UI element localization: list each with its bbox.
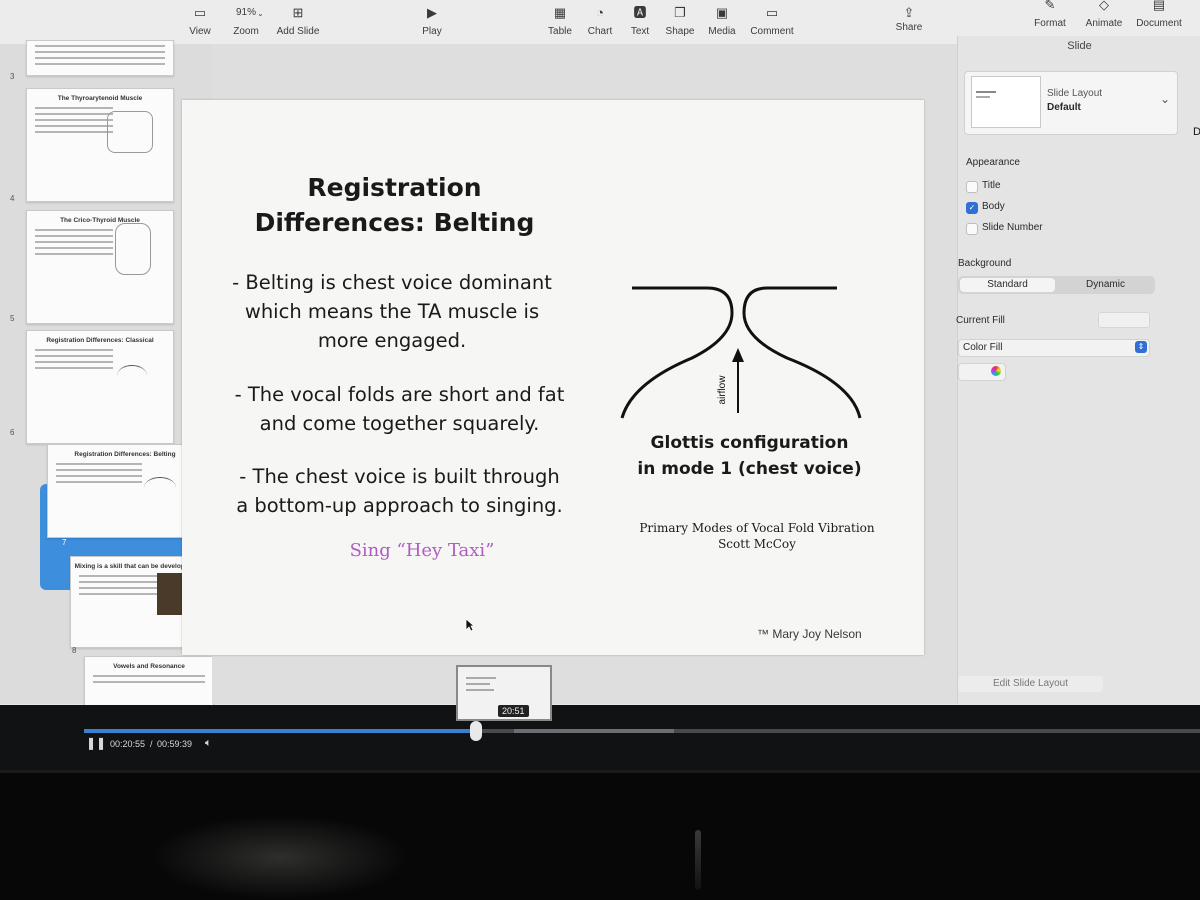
chart-icon: ◔ xyxy=(596,5,604,20)
current-time: 00:20:55 xyxy=(110,739,146,749)
shape-button[interactable]: ❐ Shape xyxy=(664,4,696,37)
background-heading: Background xyxy=(958,258,1012,269)
add-slide-button[interactable]: ⊞ Add Slide xyxy=(276,4,320,37)
arrow-up-icon xyxy=(732,348,744,362)
shape-icon: ❐ xyxy=(674,5,686,20)
slide-thumbnail-5[interactable]: The Crico-Thyroid Muscle xyxy=(26,210,174,324)
slide-number: 7 xyxy=(62,538,67,547)
bullet-2[interactable]: - The vocal folds are short and fat and … xyxy=(222,380,577,438)
slide-canvas[interactable]: Registration Differences: Belting - Belt… xyxy=(182,100,924,655)
appearance-heading: Appearance xyxy=(966,157,1020,168)
animate-button[interactable]: ◇ Animate xyxy=(1082,0,1126,29)
media-button[interactable]: ▣ Media xyxy=(706,4,738,37)
comment-button[interactable]: ▭ Comment xyxy=(748,4,796,37)
text-box-icon: 🅰 xyxy=(633,5,647,20)
slide-number: 4 xyxy=(10,194,15,203)
paintbrush-icon: ✎ xyxy=(1044,0,1056,12)
chevron-down-icon: ⌄ xyxy=(1160,92,1171,106)
time-separator: / xyxy=(150,739,153,749)
background-mode-toggle[interactable]: Standard Dynamic xyxy=(958,276,1155,294)
inspector-header: Slide xyxy=(1067,40,1092,52)
share-icon: ⇪ xyxy=(903,5,915,20)
preview-timestamp: 20:51 xyxy=(498,705,529,717)
slide-thumbnail-4[interactable]: The Thyroarytenoid Muscle xyxy=(26,88,174,202)
source-citation[interactable]: Primary Modes of Vocal Fold Vibration Sc… xyxy=(617,520,897,552)
table-button[interactable]: ▦ Table xyxy=(546,4,574,37)
title-checkbox[interactable] xyxy=(966,181,978,193)
table-icon: ▦ xyxy=(553,5,567,20)
current-fill-label: Current Fill xyxy=(956,315,1005,326)
slide-number: 3 xyxy=(10,72,15,81)
color-picker-button[interactable] xyxy=(958,363,1006,381)
plus-icon: ⊞ xyxy=(292,5,304,20)
slide-number: 8 xyxy=(72,646,77,655)
slide-layout-picker[interactable]: Slide Layout Default ⌄ xyxy=(964,71,1178,135)
buffered-range xyxy=(514,729,674,733)
layout-preview xyxy=(971,76,1041,128)
slide-thumbnail-7[interactable]: Registration Differences: Belting xyxy=(47,444,203,538)
played-range xyxy=(84,729,476,733)
document-icon: ▤ xyxy=(1152,0,1166,12)
glottis-diagram[interactable]: airflow xyxy=(612,278,877,423)
bullet-1[interactable]: - Belting is chest voice dominant which … xyxy=(222,268,562,355)
volume-icon[interactable]: 🔈︎ xyxy=(205,737,212,750)
slide-title[interactable]: Registration Differences: Belting xyxy=(212,170,577,240)
diagram-caption[interactable]: Glottis configuration in mode 1 (chest v… xyxy=(612,430,887,482)
fill-type-select[interactable]: Color Fill ⇕ xyxy=(958,339,1150,357)
text-button[interactable]: 🅰 Text xyxy=(626,4,654,37)
seek-handle[interactable] xyxy=(470,721,482,741)
airflow-label: airflow xyxy=(717,375,728,405)
truncated-label: Dr xyxy=(1193,126,1200,138)
edit-slide-layout-button[interactable]: Edit Slide Layout xyxy=(958,676,1103,692)
slide-thumbnail-3[interactable] xyxy=(26,40,174,76)
video-player-controls: 20:51 ❚❚ 00:20:55 / 00:59:39 🔈︎ xyxy=(0,665,1200,770)
mouse-cursor-icon xyxy=(465,618,475,632)
sidebar-icon: ▭ xyxy=(193,5,207,20)
slide-number: 5 xyxy=(10,314,15,323)
reflection xyxy=(150,815,410,900)
format-button[interactable]: ✎ Format xyxy=(1030,0,1070,29)
chevron-down-icon: ⌄ xyxy=(257,9,264,18)
bullet-3[interactable]: - The chest voice is built through a bot… xyxy=(222,462,577,520)
slide-thumbnail-6[interactable]: Registration Differences: Classical xyxy=(26,330,174,444)
view-button[interactable]: ▭ View xyxy=(186,4,214,37)
slide-navigator: 3 The Thyroarytenoid Muscle 4 The Crico-… xyxy=(0,40,214,718)
total-time: 00:59:39 xyxy=(157,739,193,749)
slide-number: 6 xyxy=(10,428,15,437)
standard-option[interactable]: Standard xyxy=(960,278,1055,292)
play-icon: ▶ xyxy=(427,5,437,20)
updown-icon: ⇕ xyxy=(1135,341,1147,353)
inspector-panel: Slide Slide Layout Default ⌄ Dr Appearan… xyxy=(956,36,1200,704)
share-button[interactable]: ⇪ Share xyxy=(893,4,925,33)
media-icon: ▣ xyxy=(715,5,729,20)
pause-icon[interactable]: ❚❚ xyxy=(86,736,106,750)
sing-prompt[interactable]: Sing “Hey Taxi” xyxy=(297,540,547,561)
document-button[interactable]: ▤ Document xyxy=(1134,0,1184,29)
color-wheel-icon xyxy=(991,366,1001,376)
play-button[interactable]: ▶ Play xyxy=(418,4,446,37)
diamond-icon: ◇ xyxy=(1099,0,1109,12)
reflection-streak xyxy=(695,830,701,890)
dynamic-option[interactable]: Dynamic xyxy=(1058,278,1153,292)
fill-color-well[interactable] xyxy=(1098,312,1150,328)
screen: ▭ View 91% Zoom ⌄ ⊞ Add Slide ▶ Play ▦ T… xyxy=(0,0,1200,770)
slide-number-checkbox[interactable] xyxy=(966,223,978,235)
comment-icon: ▭ xyxy=(765,5,779,20)
chart-button[interactable]: ◔ Chart xyxy=(585,4,615,37)
bezel-edge xyxy=(0,770,1200,773)
body-checkbox[interactable]: ✓ xyxy=(966,202,978,214)
credit-text[interactable]: ™ Mary Joy Nelson xyxy=(757,627,862,641)
